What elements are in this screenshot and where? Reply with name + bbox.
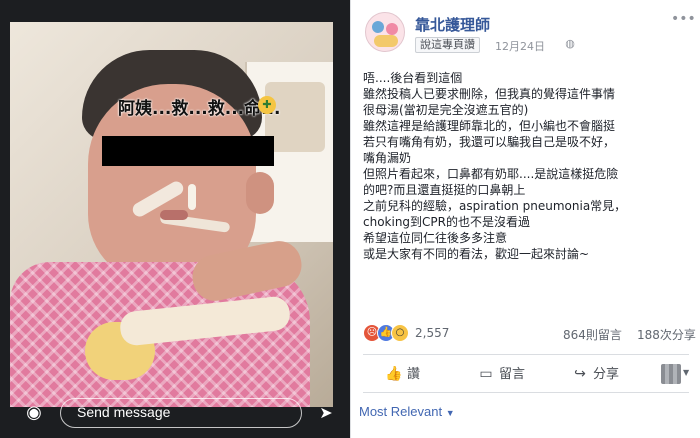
screenshot-root: 阿姨...救...救...命... ✚ ◉ Send message ➤ 靠北護…	[0, 0, 700, 438]
send-message-input[interactable]: Send message	[60, 398, 302, 428]
baby-ear	[246, 172, 274, 214]
sort-label: Most Relevant	[359, 404, 443, 419]
post-body: 唔....後台看到這個 雖然投稿人已要求刪除，但我真的覺得這件事情 很母湯(當初…	[363, 70, 699, 262]
baby-mouth	[160, 210, 188, 220]
camera-icon[interactable]: ◉	[20, 399, 48, 427]
thumbs-up-icon: 👍	[385, 366, 403, 382]
story-caption: 阿姨...救...救...命...	[118, 99, 281, 119]
send-icon[interactable]: ➤	[312, 399, 340, 427]
avatar-figure	[372, 21, 384, 33]
nauseated-face-icon: ✚	[258, 96, 276, 114]
post-line: 之前兒科的經驗，aspiration pneumonia常見，	[363, 199, 627, 213]
share-label: 分享	[593, 367, 620, 382]
post-line: 但照片看起來，口鼻都有奶耶....是說這樣挺危險	[363, 167, 619, 181]
caret-down-icon[interactable]: ▼	[683, 368, 689, 377]
more-options-icon[interactable]: •••	[671, 12, 696, 26]
post-line: 或是大家有不同的看法，歡迎一起來討論~	[363, 247, 590, 261]
share-button[interactable]: ↪ 分享	[571, 362, 619, 386]
post-line: 的吧?而且還直挺挺的口鼻朝上	[363, 183, 526, 197]
share-arrow-icon: ↪	[574, 366, 586, 382]
post-timestamp[interactable]: 12月24日	[495, 38, 545, 54]
comment-label: 留言	[499, 367, 526, 382]
share-count[interactable]: 188次分享	[637, 326, 696, 343]
story-reply-bar: ◉ Send message ➤	[8, 396, 342, 430]
like-label: 讚	[407, 367, 421, 382]
avatar-figure	[386, 23, 398, 35]
post-line: 若只有嘴角有奶，我還可以騙我自己是吸不好，	[363, 135, 616, 149]
story-photo: 阿姨...救...救...命... ✚	[10, 22, 333, 407]
post-actions: 👍 讚 ▭ 留言 ↪ 分享 ▼	[363, 362, 689, 386]
post-line: 很母湯(當初是完全沒遮五官的)	[363, 103, 529, 117]
globe-icon: ◍	[565, 37, 575, 50]
comment-count[interactable]: 864則留言	[563, 326, 622, 343]
censor-bar	[102, 136, 274, 166]
post-line: 嘴角漏奶	[363, 151, 412, 165]
post-line: 希望這位同仁往後多多注意	[363, 231, 508, 245]
story-viewer: 阿姨...救...救...命... ✚ ◉ Send message ➤	[0, 0, 350, 438]
comment-bubble-icon: ▭	[479, 366, 493, 382]
post-line: choking到CPR的也不是沒看過	[363, 215, 531, 229]
comment-sort-dropdown[interactable]: Most Relevant ▼	[359, 404, 455, 419]
post-line: 雖然投稿人已要求刪除，但我真的覺得這件事情	[363, 87, 616, 101]
facebook-post: 靠北護理師 說這專頁讚 12月24日 ◍ ••• 唔....後台看到這個 雖然投…	[350, 0, 700, 438]
wow-reaction-icon: ○	[391, 324, 409, 342]
avatar-figure	[374, 35, 398, 47]
milk-stain	[188, 184, 196, 210]
like-page-button[interactable]: 說這專頁讚	[415, 37, 480, 53]
page-avatar[interactable]	[365, 12, 405, 52]
post-line: 唔....後台看到這個	[363, 71, 463, 85]
divider	[363, 354, 689, 355]
divider	[363, 392, 689, 393]
page-name-link[interactable]: 靠北護理師	[415, 14, 490, 35]
comment-button[interactable]: ▭ 留言	[477, 362, 525, 386]
post-line: 雖然這裡是給護理師靠北的，但小編也不會腦挺	[363, 119, 616, 133]
caret-down-icon: ▼	[445, 408, 455, 418]
commenter-avatar[interactable]	[661, 364, 681, 384]
like-button[interactable]: 👍 讚	[385, 362, 420, 386]
reaction-count: 2,557	[415, 326, 450, 340]
